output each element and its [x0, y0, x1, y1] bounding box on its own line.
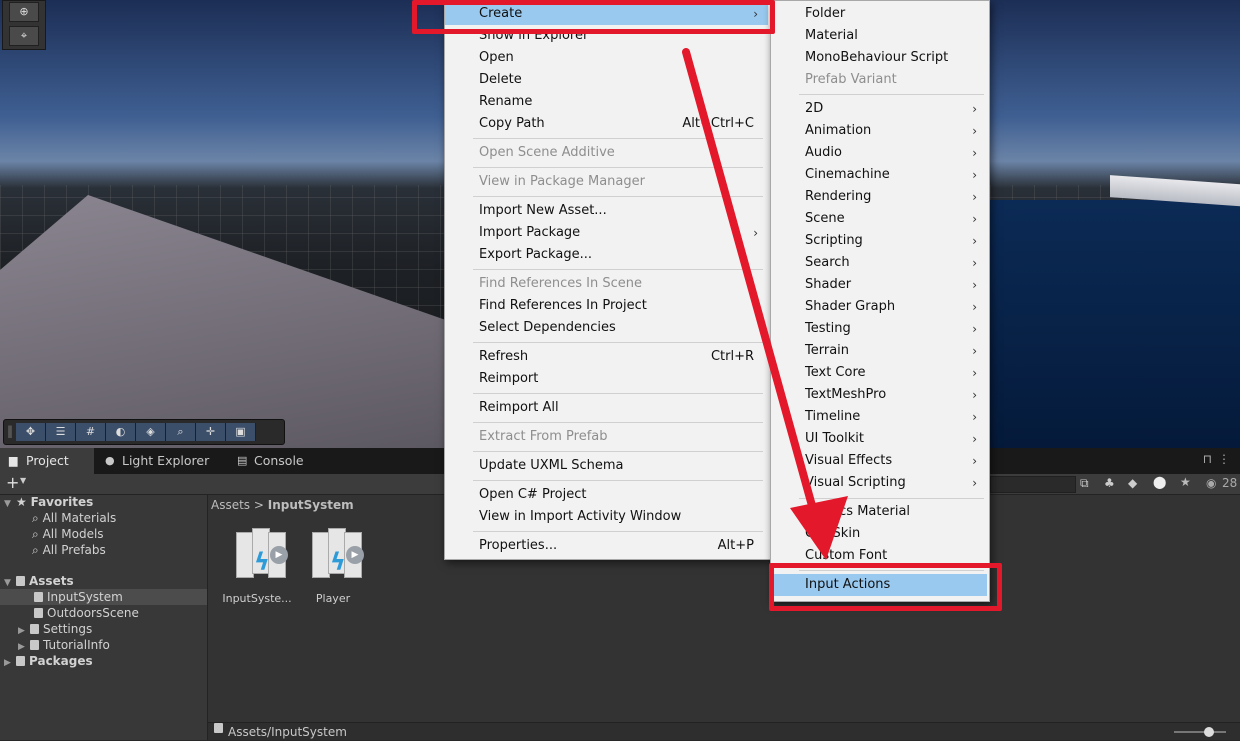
annotation-arrow	[682, 48, 848, 560]
